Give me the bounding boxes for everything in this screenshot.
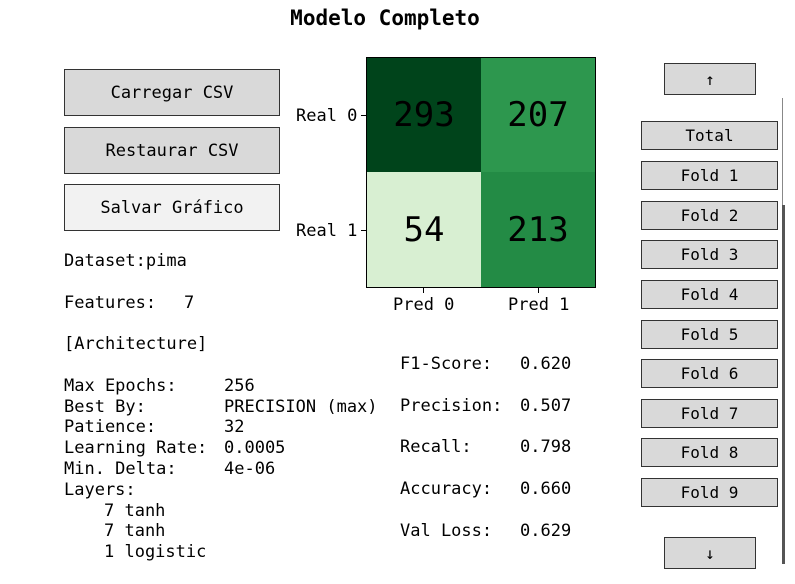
scrollbar-track[interactable] <box>782 98 783 205</box>
confusion-matrix-grid: 293 207 54 213 <box>366 57 596 288</box>
col-tick <box>538 288 539 293</box>
matrix-cell-real0-pred1: 207 <box>481 58 595 172</box>
matrix-cell-real0-pred0: 293 <box>367 58 481 172</box>
scroll-down-button[interactable]: ↓ <box>664 537 756 569</box>
fold-item-total[interactable]: Total <box>641 121 778 150</box>
row-label-real-0: Real 0 <box>296 106 358 126</box>
scroll-up-button[interactable]: ↑ <box>664 63 756 95</box>
layer-item: 1 logistic <box>104 542 207 562</box>
fold-item-6[interactable]: Fold 6 <box>641 359 778 388</box>
min-delta-label: Min. Delta: <box>64 459 177 479</box>
features-value: 7 <box>184 293 195 313</box>
dataset-value: pima <box>145 251 187 271</box>
row-tick <box>361 115 366 116</box>
features-label: Features: <box>64 293 157 313</box>
fold-item-9[interactable]: Fold 9 <box>641 478 778 507</box>
layer-item: 7 tanh <box>104 501 166 521</box>
patience-value: 32 <box>224 417 245 437</box>
scrollbar-thumb[interactable] <box>782 205 785 564</box>
layers-label: Layers: <box>64 480 136 500</box>
val-loss-value: 0.629 <box>520 521 572 541</box>
row-label-real-1: Real 1 <box>296 221 358 241</box>
accuracy-value: 0.660 <box>520 479 572 499</box>
fold-item-4[interactable]: Fold 4 <box>641 280 778 309</box>
recall-label: Recall: <box>400 437 472 457</box>
fold-item-3[interactable]: Fold 3 <box>641 240 778 269</box>
recall-value: 0.798 <box>520 437 572 457</box>
f1-score-label: F1-Score: <box>400 354 493 374</box>
dataset-label: Dataset: <box>64 251 146 271</box>
fold-item-2[interactable]: Fold 2 <box>641 201 778 230</box>
restore-csv-button[interactable]: Restaurar CSV <box>64 127 280 174</box>
fold-item-8[interactable]: Fold 8 <box>641 438 778 467</box>
max-epochs-value: 256 <box>224 376 255 396</box>
row-tick <box>361 230 366 231</box>
best-by-value: PRECISION (max) <box>224 397 378 417</box>
best-by-label: Best By: <box>64 397 146 417</box>
fold-item-1[interactable]: Fold 1 <box>641 161 778 190</box>
patience-label: Patience: <box>64 417 157 437</box>
col-label-pred-0: Pred 0 <box>393 295 455 315</box>
load-csv-button[interactable]: Carregar CSV <box>64 69 280 116</box>
col-tick <box>423 288 424 293</box>
fold-item-7[interactable]: Fold 7 <box>641 399 778 428</box>
precision-label: Precision: <box>400 396 503 416</box>
f1-score-value: 0.620 <box>520 354 572 374</box>
layer-item: 7 tanh <box>104 521 166 541</box>
learning-rate-value: 0.0005 <box>224 438 286 458</box>
max-epochs-label: Max Epochs: <box>64 376 177 396</box>
matrix-cell-real1-pred1: 213 <box>481 172 595 287</box>
matrix-cell-real1-pred0: 54 <box>367 172 481 287</box>
min-delta-value: 4e-06 <box>224 459 276 479</box>
dataset-row: Dataset:pima <box>64 251 187 272</box>
precision-value: 0.507 <box>520 396 572 416</box>
learning-rate-label: Learning Rate: <box>64 438 208 458</box>
page-title: Modelo Completo <box>290 6 480 30</box>
col-label-pred-1: Pred 1 <box>508 295 570 315</box>
save-chart-button[interactable]: Salvar Gráfico <box>64 184 280 231</box>
fold-item-5[interactable]: Fold 5 <box>641 320 778 349</box>
architecture-heading: [Architecture] <box>64 334 208 354</box>
accuracy-label: Accuracy: <box>400 479 493 499</box>
val-loss-label: Val Loss: <box>400 521 493 541</box>
